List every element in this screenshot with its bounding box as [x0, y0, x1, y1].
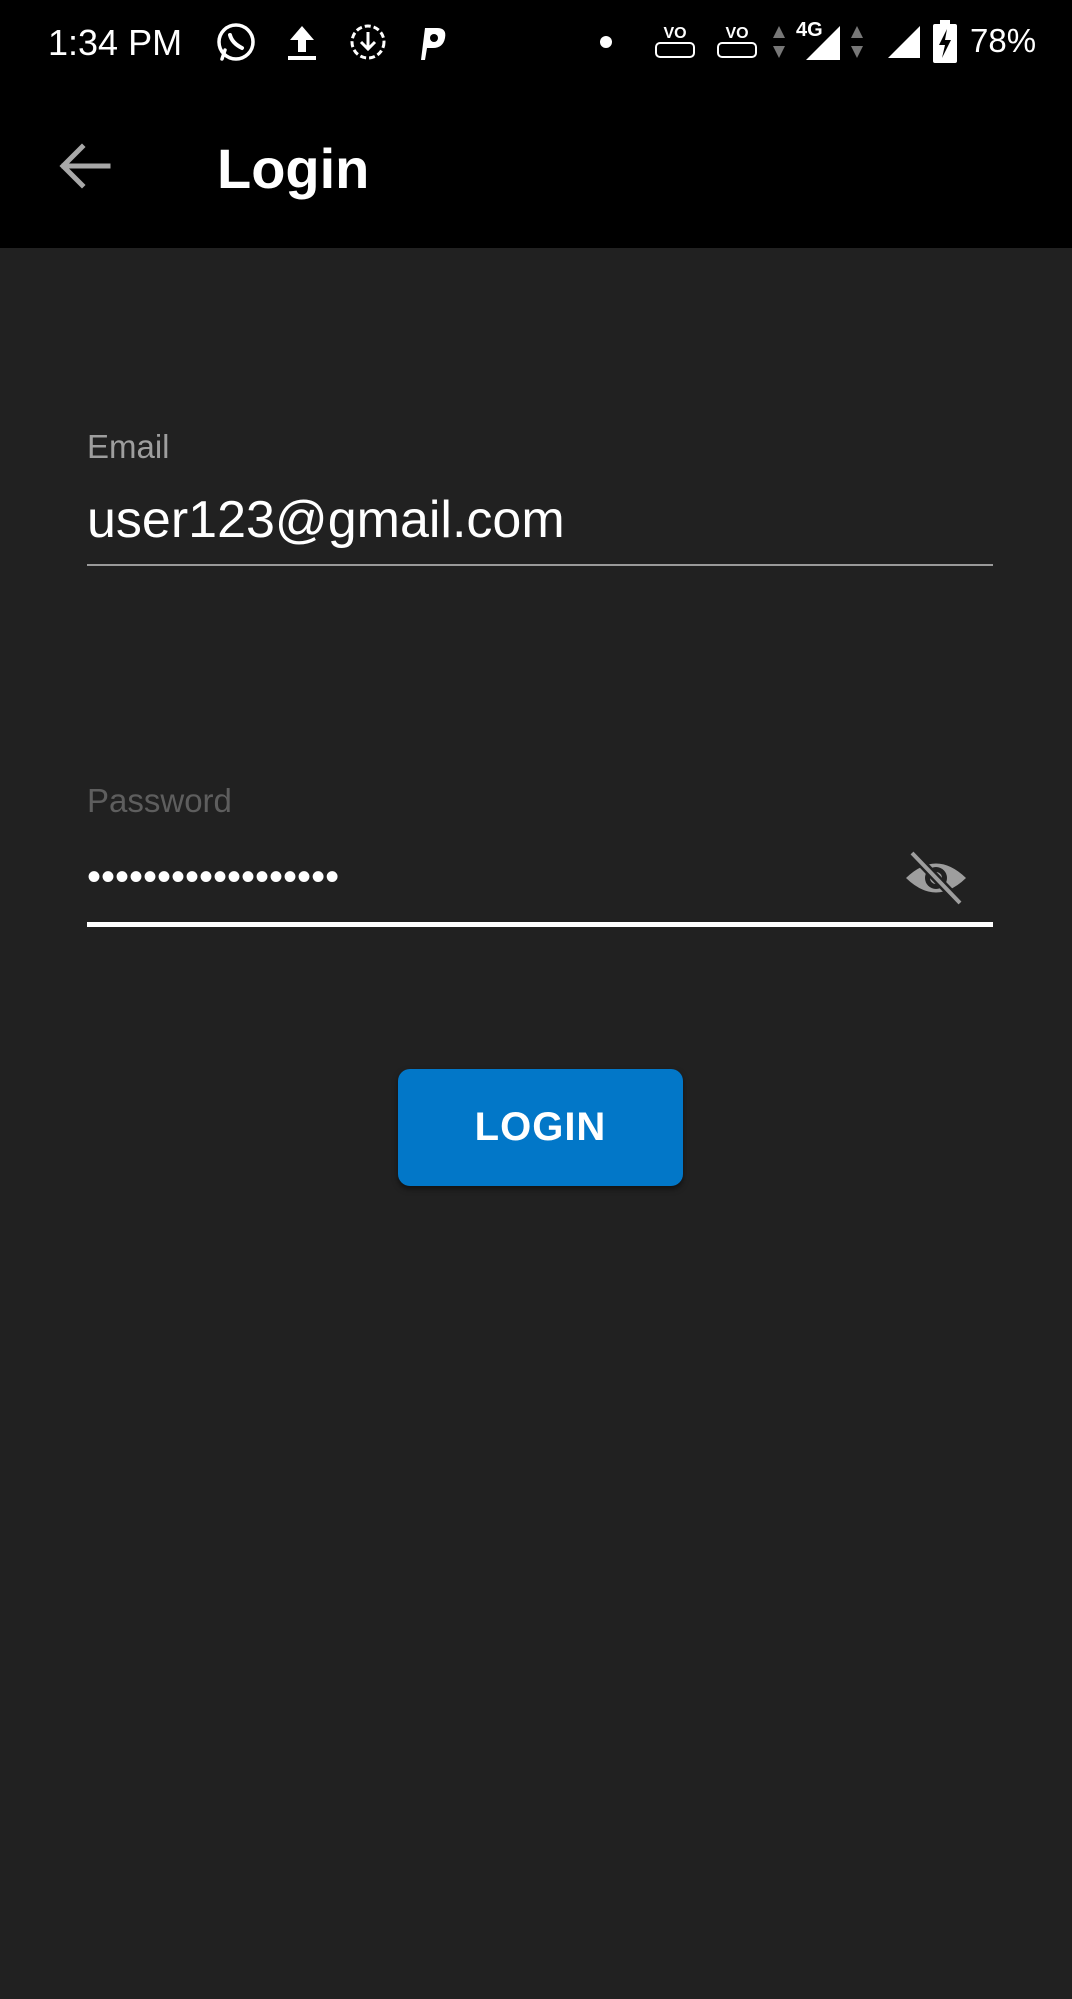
toggle-password-visibility-button[interactable] [901, 848, 971, 908]
p-app-icon [412, 20, 452, 64]
network-4g-icon: 4G [794, 20, 842, 64]
password-row: •••••••••••••••••• [87, 842, 993, 912]
arrow-back-icon [59, 143, 111, 189]
data-arrows-icon [770, 20, 788, 64]
password-underline [87, 922, 993, 927]
upload-icon [282, 20, 322, 64]
status-bar: 1:34 PM VO VO 4G 78% [0, 0, 1072, 86]
email-underline [87, 564, 993, 566]
login-screen: 1:34 PM VO VO 4G 78% Login Email user123… [0, 0, 1072, 1999]
status-time: 1:34 PM [48, 22, 183, 63]
volte1-icon: VO [652, 20, 698, 64]
back-button[interactable] [40, 126, 130, 206]
battery-charging-icon [930, 20, 960, 64]
battery-percentage: 78% [970, 22, 1037, 59]
volte2-icon: VO [714, 20, 760, 64]
download-sync-icon [346, 20, 390, 64]
whatsapp-icon [212, 20, 260, 64]
email-label: Email [87, 428, 170, 465]
signal-icon [884, 20, 924, 64]
app-bar: Login [0, 86, 1072, 248]
email-field[interactable]: Email user123@gmail.com [87, 428, 993, 566]
email-input[interactable]: user123@gmail.com [87, 490, 993, 560]
password-input[interactable]: •••••••••••••••••• [87, 842, 993, 912]
page-title: Login [217, 137, 370, 200]
visibility-off-icon [906, 849, 966, 907]
password-label: Password [87, 782, 232, 819]
dot-icon [596, 20, 616, 64]
password-field[interactable]: Password •••••••••••••••••• [87, 782, 993, 927]
login-button[interactable]: LOGIN [398, 1069, 683, 1186]
data-arrows-icon-2 [848, 20, 866, 64]
